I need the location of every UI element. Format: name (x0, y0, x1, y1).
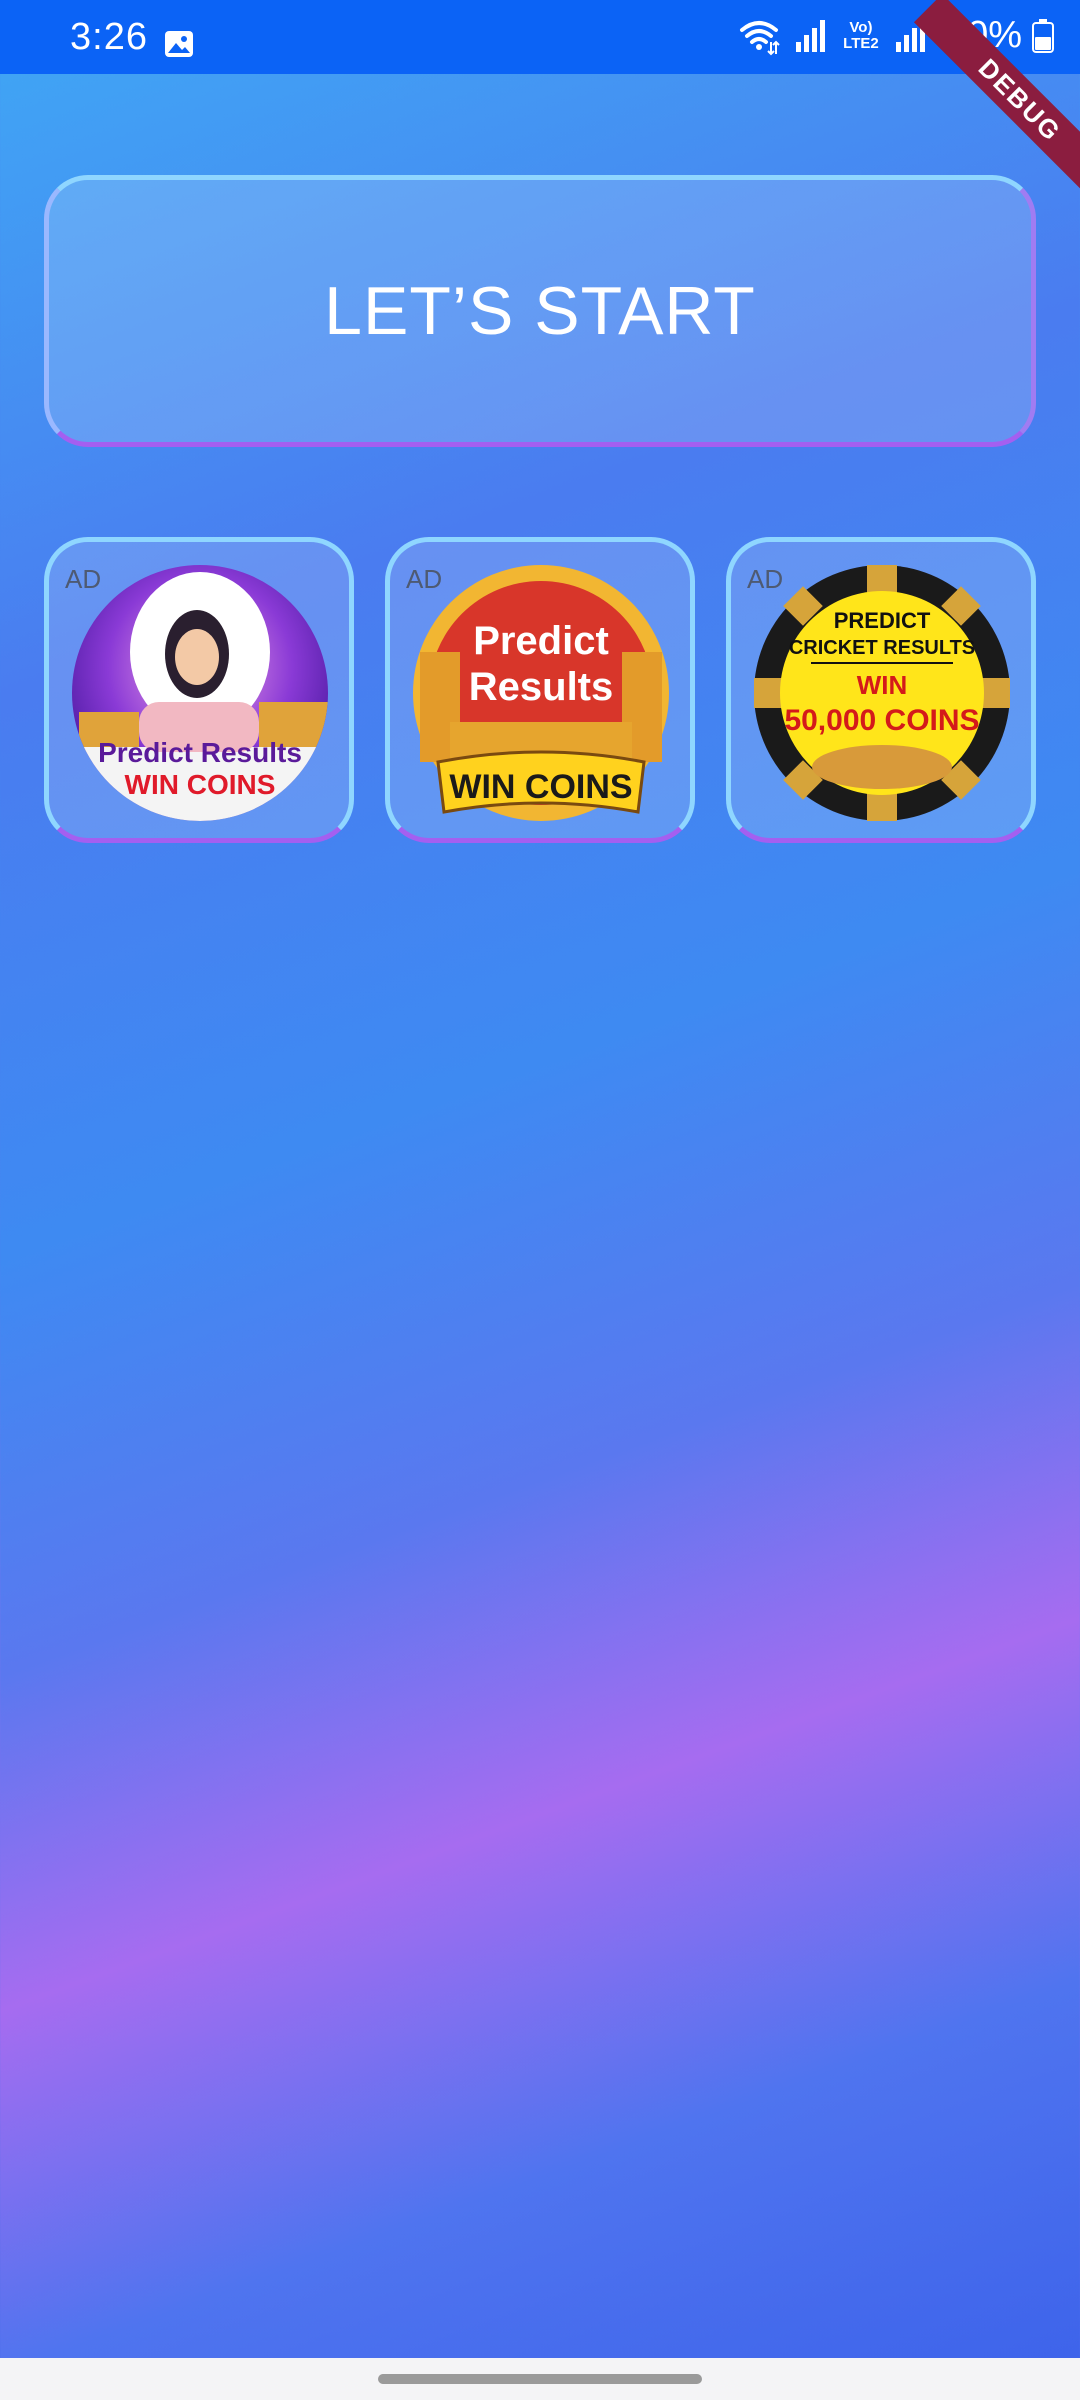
home-gesture-handle[interactable] (378, 2374, 702, 2384)
ad3-line2: CRICKET RESULTS (789, 637, 975, 659)
volte-lte2-indicator: Vo) LTE2 (842, 18, 880, 52)
ad-tile-predict-cricket-results[interactable]: PREDICT CRICKET RESULTS WIN 50,000 COINS… (726, 537, 1036, 843)
ads-row: Predict Results WIN COINS AD Predict Res… (44, 537, 1036, 843)
battery-icon (1032, 18, 1054, 53)
lets-start-button[interactable]: LET’S START (44, 175, 1036, 447)
wifi-icon (739, 20, 780, 55)
status-icons: Vo) LTE2 50% (738, 14, 1054, 57)
ad1-line2: WIN COINS (125, 769, 276, 800)
ad-tag: AD (65, 564, 102, 594)
ad-image-predict-results: Predict Results WIN COINS (72, 565, 328, 821)
ad2-line3: WIN COINS (449, 768, 632, 806)
ad-tile-predict-results-win-coins[interactable]: Predict Results WIN COINS AD (385, 537, 695, 843)
ad1-line1: Predict Results (98, 737, 302, 768)
ad2-line1: Predict (473, 619, 609, 663)
ad2-line2: Results (469, 665, 614, 709)
gallery-notification-icon (165, 31, 193, 57)
ad3-line4: 50,000 COINS (784, 704, 979, 737)
status-time: 3:26 (70, 16, 148, 58)
ad-tag: AD (747, 564, 784, 594)
ad-image-predict-results-win-coins: Predict Results WIN COINS (413, 565, 669, 821)
signal-icon (795, 19, 825, 52)
status-bar: 3:26 Vo) LTE2 50% (0, 0, 1080, 74)
ad-image-predict-cricket-results: PREDICT CRICKET RESULTS WIN 50,000 COINS (754, 565, 1010, 821)
volte-label: Vo) (849, 18, 873, 36)
lets-start-label: LET’S START (324, 273, 756, 349)
lte2-label: LTE2 (843, 34, 879, 52)
ad3-line3: WIN (857, 670, 908, 700)
ad-tile-predict-results[interactable]: Predict Results WIN COINS AD (44, 537, 354, 843)
ad-tag: AD (406, 564, 443, 594)
ad3-line1: PREDICT (834, 608, 931, 633)
